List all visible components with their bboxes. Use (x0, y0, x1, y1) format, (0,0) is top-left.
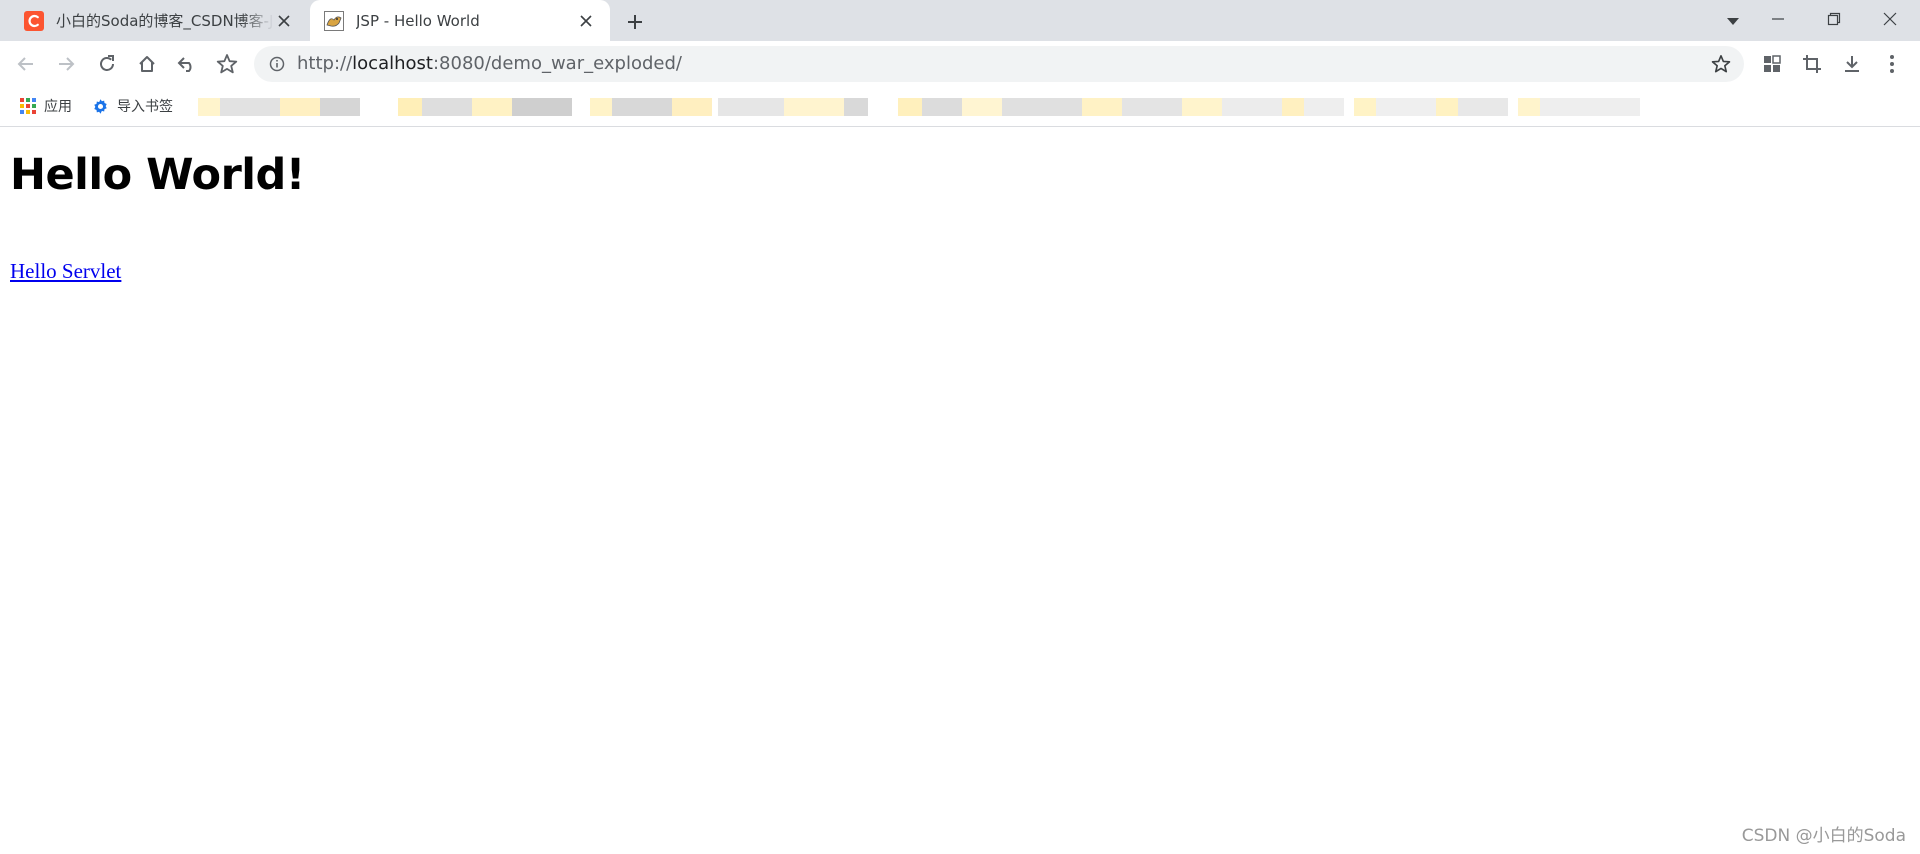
tomcat-favicon-icon (324, 10, 344, 31)
url-scheme: http:// (297, 53, 353, 74)
bookmark-label: 应用 (44, 99, 72, 115)
url-path: :8080/demo_war_exploded/ (432, 53, 682, 74)
more-vert-icon (1890, 55, 1894, 73)
undo-close-button[interactable] (171, 48, 203, 80)
tab-title: 小白的Soda的博客_CSDN博客-J (56, 12, 274, 30)
reload-icon (100, 55, 114, 71)
url-host: localhost (352, 53, 433, 74)
minimize-icon (1772, 18, 1784, 20)
reload-button[interactable] (91, 48, 123, 80)
minimize-button[interactable] (1750, 0, 1806, 38)
favorites-button[interactable] (211, 48, 243, 80)
tab-title: JSP - Hello World (356, 11, 480, 30)
home-icon (139, 56, 155, 72)
tab-jsp-hello-world[interactable]: JSP - Hello World (310, 0, 610, 41)
undo-icon (177, 57, 192, 72)
star-outline-icon (216, 54, 238, 74)
web-page: Hello World! Hello Servlet CSDN @小白的Soda (0, 128, 1920, 854)
tab-search-button[interactable] (1722, 14, 1744, 30)
hello-servlet-link[interactable]: Hello Servlet (10, 259, 121, 284)
gear-icon (92, 98, 109, 115)
close-window-button[interactable] (1862, 0, 1918, 38)
csdn-logo-icon (24, 10, 44, 31)
menu-button[interactable] (1876, 48, 1908, 80)
bookmark-label: 导入书签 (117, 99, 173, 115)
plus-icon (628, 15, 642, 29)
back-button[interactable] (10, 48, 42, 80)
close-tab-icon[interactable] (576, 11, 596, 31)
csdn-watermark: CSDN @小白的Soda (1741, 826, 1906, 846)
bookmark-import[interactable]: 导入书签 (92, 94, 173, 118)
crop-icon (1803, 55, 1821, 73)
pixelated-bookmarks (198, 96, 1640, 118)
bookmarks-bar: 应用 导入书签 (0, 87, 1920, 127)
bookmark-apps[interactable]: 应用 (20, 94, 72, 118)
browser-toolbar: http://localhost:8080/demo_war_exploded/ (0, 41, 1920, 87)
home-button[interactable] (131, 48, 163, 80)
url-text[interactable]: http://localhost:8080/demo_war_exploded/ (297, 46, 682, 82)
page-heading: Hello World! (10, 150, 305, 200)
tab-csdn-blog[interactable]: 小白的Soda的博客_CSDN博客-J (0, 0, 308, 41)
bookmark-star-icon[interactable] (1710, 53, 1732, 75)
new-tab-button[interactable] (622, 9, 648, 35)
chevron-down-icon (1727, 18, 1739, 25)
address-bar[interactable]: http://localhost:8080/demo_war_exploded/ (254, 46, 1744, 82)
apps-grid-icon (20, 98, 36, 114)
download-icon (1845, 56, 1859, 72)
downloads-button[interactable] (1836, 48, 1868, 80)
extensions-grid-icon (1764, 55, 1781, 72)
forward-button[interactable] (50, 48, 82, 80)
arrow-left-icon (17, 57, 33, 71)
site-info-icon[interactable] (267, 54, 287, 74)
screenshot-button[interactable] (1796, 48, 1828, 80)
restore-button[interactable] (1806, 0, 1862, 38)
restore-icon (1827, 12, 1841, 26)
close-icon (1883, 12, 1897, 26)
close-tab-icon[interactable] (274, 11, 294, 31)
arrow-right-icon (59, 57, 75, 71)
tab-strip: 小白的Soda的博客_CSDN博客-J JSP - Hello World (0, 0, 1920, 41)
extensions-button[interactable] (1756, 48, 1788, 80)
